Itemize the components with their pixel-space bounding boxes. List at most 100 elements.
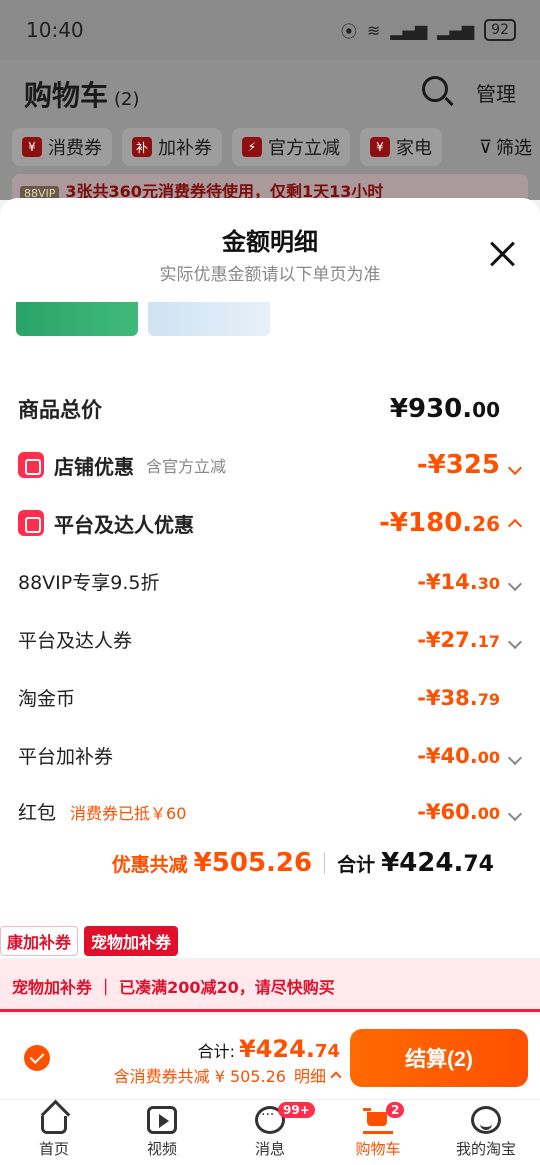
detail-row-subsidy[interactable]: 平台加补券 -¥40. 00 [18,742,523,769]
tab-cart[interactable]: 2 购物车 [324,1100,432,1165]
coupon-tag[interactable]: 康加补券 [0,926,79,956]
video-icon [147,1106,177,1134]
chip-consumption-coupon[interactable]: ¥ 消费券 [12,128,112,166]
detail-row-coins: 淘金币 -¥38. 79 [18,684,520,711]
shop-discount-row[interactable]: 店铺优惠 含官方立减 -¥325 [18,450,523,480]
status-bar: 10:40 ⦿ ≋ ▂▄▆ ▂▄▆ 92 [0,0,540,60]
amount-dec: 26 [275,848,313,878]
amount-dec: 74 [314,1041,340,1062]
promo-banner[interactable]: 宠物加补券 ｜ 已凑满200减20，请尽快购买 [0,960,540,1012]
amount-dec: 00 [477,747,500,767]
detail-value: -¥14. 30 [417,569,523,594]
amount-int: ¥424. [381,848,464,878]
amount-dec: 74 [463,852,494,877]
close-icon[interactable] [488,240,516,268]
chip-label: 加补券 [158,138,212,159]
amount-int: -¥27. [417,627,478,652]
amount-int: -¥40. [417,743,478,768]
sum-label: 合计 [337,854,376,876]
checkout-button[interactable]: 结算(2) [350,1029,528,1087]
chevron-down-icon [507,806,523,821]
detail-label: 明细 [293,1067,326,1086]
filter-icon: ⊽ [478,136,492,158]
amount-dec: 00 [477,803,500,823]
discount-label: 优惠共减 [111,854,188,876]
tab-video[interactable]: 视频 [108,1100,216,1165]
bottom-tab-bar: 首页 视频 99+ 消息 2 购物车 我的淘宝 [0,1099,540,1165]
amount-int: -¥14. [417,569,478,594]
filter-button[interactable]: ⊽ 筛选 [479,128,532,166]
chip-label: 消费券 [48,138,102,159]
tab-my-taobao[interactable]: 我的淘宝 [432,1100,540,1165]
shop-icon [18,452,44,478]
goods-total-value: ¥930. 00 [390,394,520,424]
location-icon: ⦿ [340,22,357,41]
sheet-summary: 优惠共减 ¥505.26 合计 ¥424.74 [112,848,494,878]
amount-dec: 00 [472,398,500,422]
detail-value: -¥38. 79 [417,686,520,710]
chevron-down-icon [507,460,523,476]
product-thumbnail[interactable] [148,302,270,336]
amount-detail-sheet: 金额明细 实际优惠金额请以下单页为准 商品总价 ¥930. 00 店铺优惠 含官方… [0,198,540,958]
manage-button[interactable]: 管理 [476,78,516,107]
divider [324,852,326,874]
discount-value: ¥505.26 [194,848,312,878]
goods-total-row: 商品总价 ¥930. 00 [18,394,520,424]
amount-dec: 30 [477,573,500,593]
product-thumbnails [16,302,270,336]
chip-subsidy-coupon[interactable]: 补加补券 [122,128,222,166]
tab-label: 购物车 [355,1140,401,1158]
tab-messages[interactable]: 99+ 消息 [216,1100,324,1165]
shop-discount-note: 含官方立减 [146,457,227,476]
tab-label: 我的淘宝 [455,1140,516,1158]
detail-label: 红包 [18,802,57,824]
platform-discount-row[interactable]: 平台及达人优惠 -¥180. 26 [18,508,523,538]
detail-row-redpacket[interactable]: 红包 消费券已抵￥60 -¥60. 00 [18,798,523,825]
lightning-icon: ⚡ [242,137,262,157]
coupon-tag-active[interactable]: 宠物加补券 [84,926,179,956]
detail-row-vip[interactable]: 88VIP专享9.5折 -¥14. 30 [18,568,523,595]
cart-count: (2) [114,89,140,110]
message-badge: 99+ [278,1102,315,1118]
appliance-icon: ¥ [370,137,390,157]
signal-icon-2: ▂▄▆ [437,20,475,40]
subsidy-icon: 补 [132,137,152,157]
detail-note: 消费券已抵￥60 [70,803,187,823]
wifi-icon: ≋ [366,20,381,40]
sheet-title: 金额明细 [222,228,318,256]
product-thumbnail[interactable] [16,302,138,336]
chip-official-discount[interactable]: ⚡ 官方立减 [232,128,350,166]
detail-toggle[interactable]: 明细 [293,1063,342,1087]
amount-int: -¥60. [417,799,478,824]
shop-discount-label: 店铺优惠 [54,454,134,479]
chip-appliance[interactable]: ¥ 家电 [360,128,442,166]
tab-label: 消息 [254,1140,285,1158]
coupon-tags: 康加补券 宠物加补券 [0,926,179,956]
tab-label: 视频 [146,1140,177,1158]
page-title: 购物车 (2) [24,74,140,114]
chevron-up-icon [330,1071,342,1083]
filter-chip-row: ¥ 消费券 补加补券 ⚡ 官方立减 ¥ 家电 ⊽ 筛选 [12,128,532,166]
chip-label: 官方立减 [268,138,340,159]
status-icons: ⦿ ≋ ▂▄▆ ▂▄▆ 92 [341,18,516,42]
shop-discount-value: -¥325 [417,450,523,480]
platform-discount-label: 平台及达人优惠 [54,512,194,537]
detail-value: -¥60. 00 [417,799,523,824]
chevron-down-icon [507,576,523,591]
checkout-total: 合计: ¥424.74 [198,1035,340,1063]
select-all-check-icon[interactable] [24,1045,50,1071]
search-icon[interactable] [422,76,448,102]
chevron-down-icon [507,634,523,649]
amount-int: ¥505. [193,848,276,878]
chevron-up-icon [507,518,523,534]
chevron-down-icon [507,750,523,765]
detail-row-platform-coupon[interactable]: 平台及达人券 -¥27. 17 [18,626,523,653]
detail-label: 平台加补券 [18,746,114,768]
amount-dec: 17 [477,631,500,651]
signal-icon: ▂▄▆ [390,20,428,40]
checkout-subline: 含消费券共减 ¥ 505.26 明细 [114,1063,342,1087]
battery-icon: 92 [484,19,516,41]
amount-dec: 26 [472,512,500,536]
tab-label: 首页 [38,1140,69,1158]
tab-home[interactable]: 首页 [0,1100,108,1165]
